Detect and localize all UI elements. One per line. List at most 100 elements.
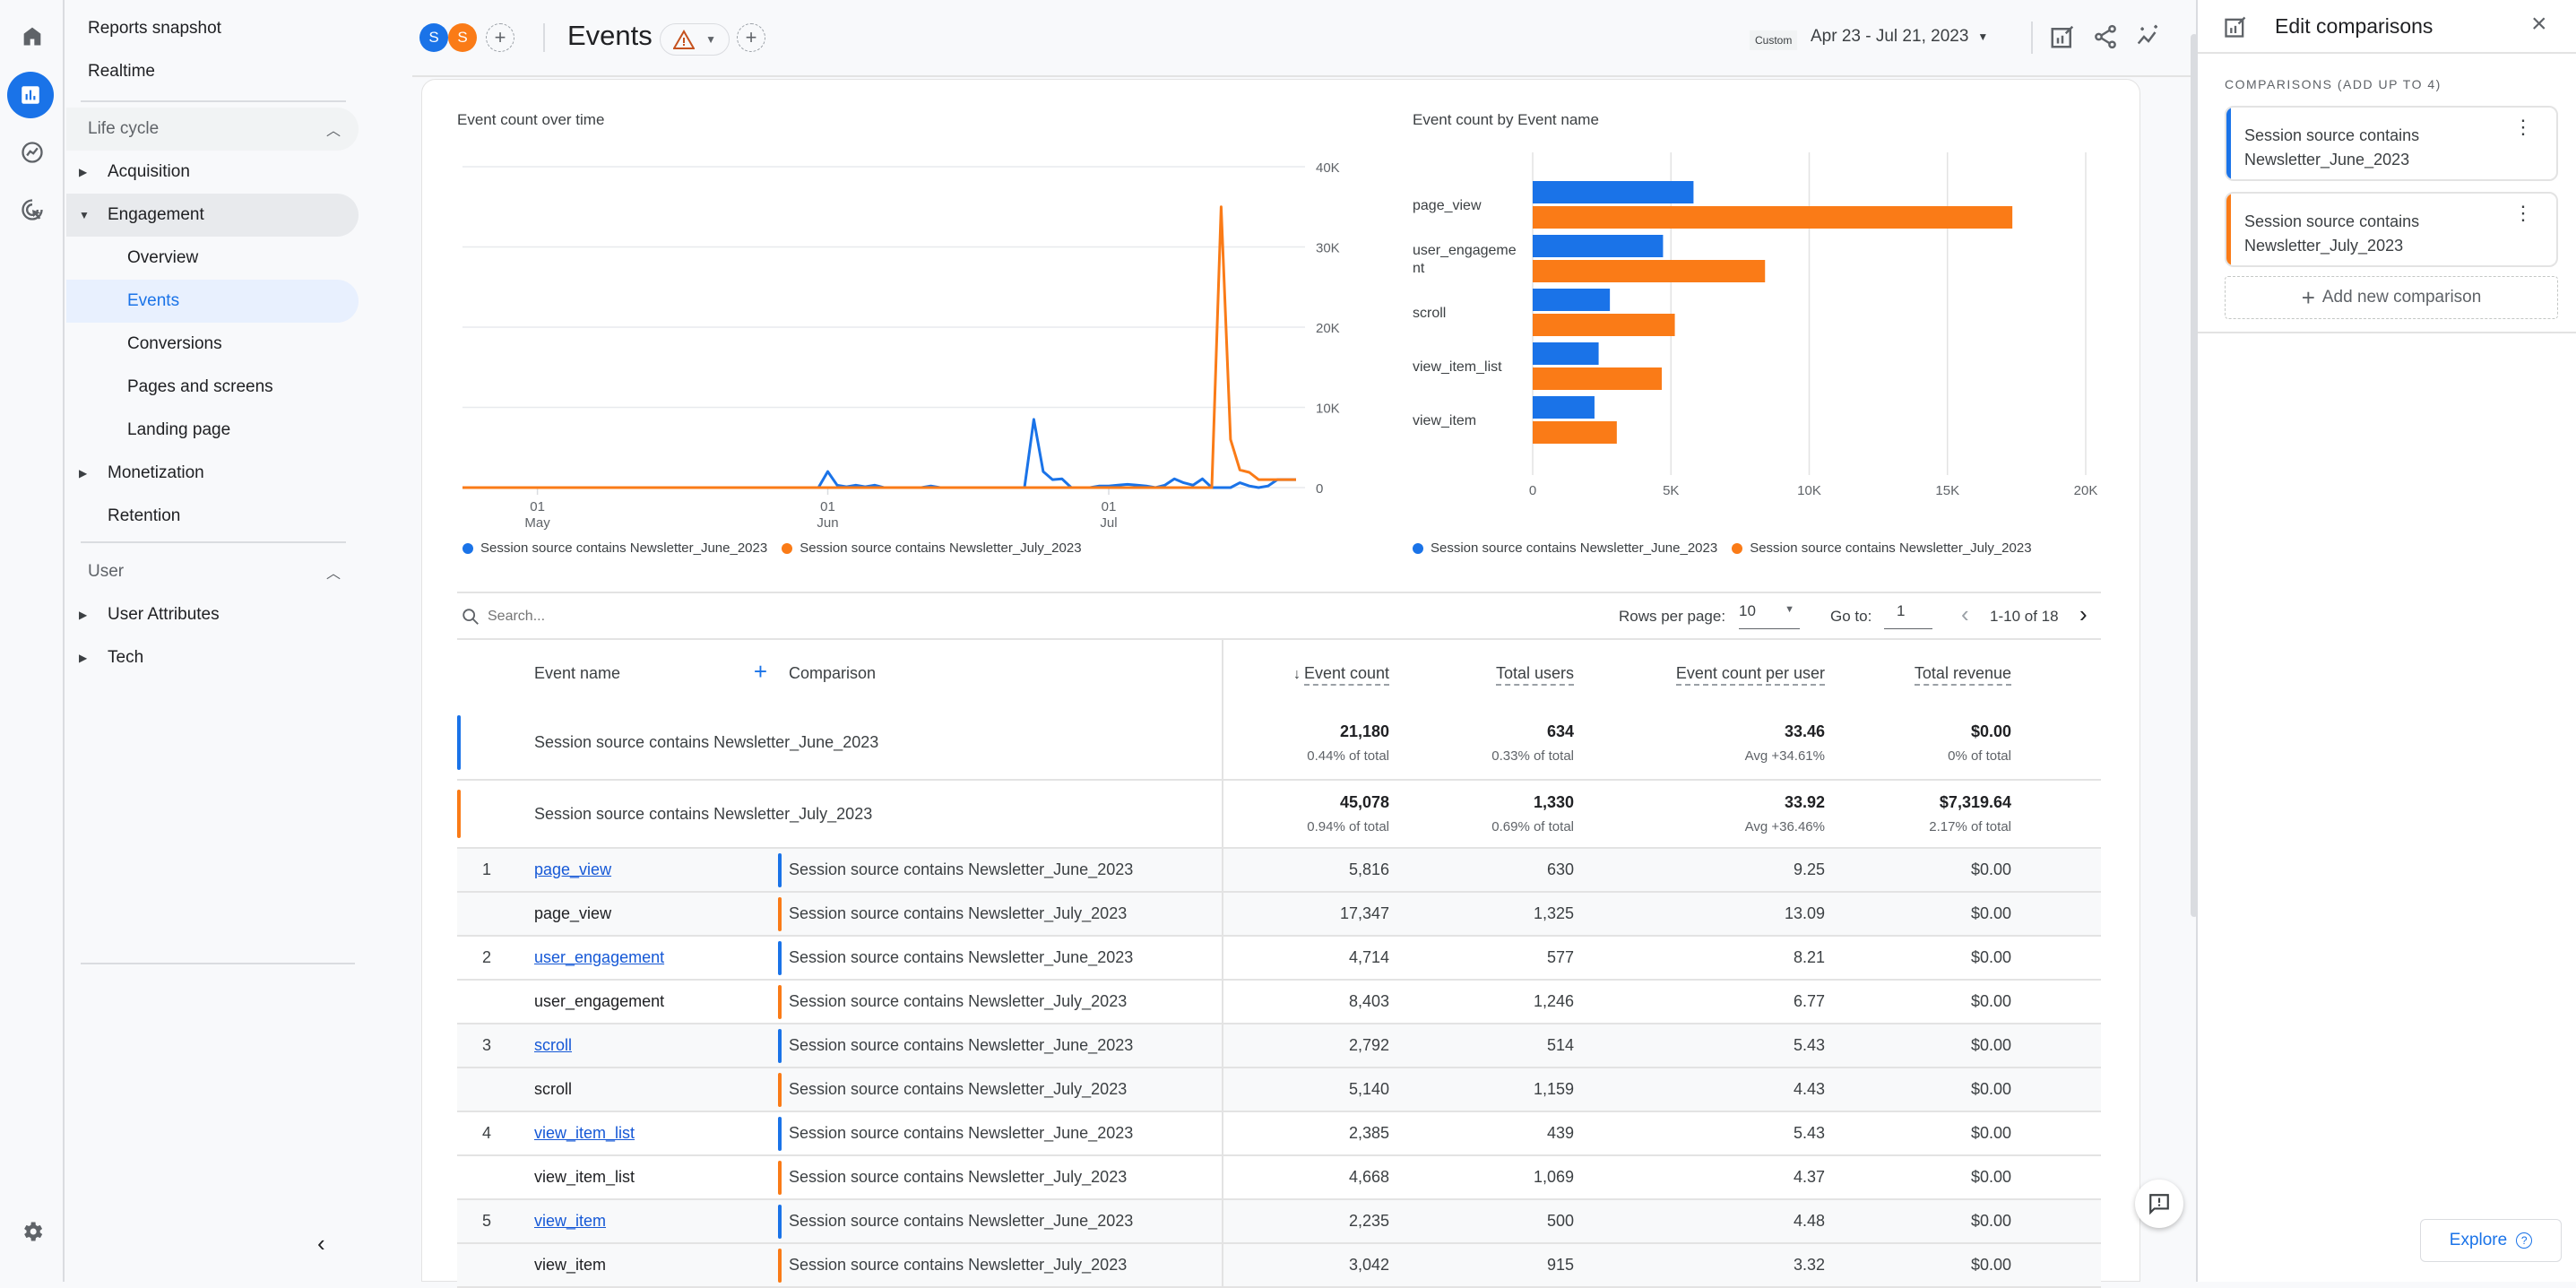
event-name-link[interactable]: view_item <box>534 1212 606 1230</box>
row-event-name[interactable]: scroll <box>534 1024 778 1068</box>
row-comparison: Session source contains Newsletter_June_… <box>778 1199 1223 1244</box>
row-event-name[interactable]: user_engagement <box>534 936 778 981</box>
col-header-event-name[interactable]: Event name + <box>534 640 778 706</box>
sidebar-section-user[interactable]: User ︿ <box>66 550 359 593</box>
table-row[interactable]: 4 view_item_list Session source contains… <box>457 1111 2101 1156</box>
cell-per-user: 4.43 <box>1574 1068 1825 1112</box>
sidebar-item-conversions[interactable]: Conversions <box>66 323 359 366</box>
sidebar-section-lifecycle[interactable]: Life cycle ︿ <box>66 108 359 151</box>
event-name-link[interactable]: view_item_list <box>534 1124 635 1142</box>
sidebar-item-tech[interactable]: ▶ Tech <box>66 636 359 679</box>
table-row[interactable]: user_engagement Session source contains … <box>457 980 2101 1024</box>
next-page-button[interactable]: › <box>2079 601 2088 628</box>
subvalue: 0.44% of total <box>1307 748 1389 764</box>
table-row[interactable]: view_item_list Session source contains N… <box>457 1155 2101 1200</box>
divider <box>2198 52 2576 54</box>
reports-icon[interactable] <box>7 72 54 118</box>
col-header-total-users[interactable]: Total users <box>1389 640 1574 706</box>
goto-page-input[interactable]: 1 <box>1884 602 1932 629</box>
cell-revenue: $0.00 <box>1825 1243 2011 1288</box>
sidebar-item-overview[interactable]: Overview <box>66 237 359 280</box>
share-icon[interactable] <box>2092 23 2119 55</box>
col-header-per-user[interactable]: Event count per user <box>1574 640 1825 706</box>
prev-page-button[interactable]: ‹ <box>1961 601 1969 628</box>
cell-total-users: 1,330 0.69% of total <box>1389 780 1574 849</box>
row-event-name[interactable]: view_item <box>534 1199 778 1244</box>
event-name-link[interactable]: page_view <box>534 860 611 878</box>
row-event-name[interactable]: view_item_list <box>534 1111 778 1156</box>
series-line-june <box>462 418 1296 489</box>
sidebar-item-monetization[interactable]: ▶ Monetization <box>66 452 359 495</box>
sidebar-item-landing-page[interactable]: Landing page <box>66 409 359 452</box>
event-name-link[interactable]: scroll <box>534 1036 572 1054</box>
cell-per-user: 33.92 Avg +36.46% <box>1574 780 1825 849</box>
feedback-button[interactable] <box>2135 1180 2183 1228</box>
date-range-picker[interactable]: Apr 23 - Jul 21, 2023 ▼ <box>1811 27 1988 47</box>
explore-icon[interactable] <box>13 133 52 172</box>
header-label: Event count per user <box>1675 663 1825 686</box>
add-filter-button[interactable]: + <box>737 23 765 52</box>
table-row[interactable]: 1 page_view Session source contains News… <box>457 848 2101 893</box>
table-search-input[interactable] <box>488 604 846 629</box>
x-tick-label: 0 <box>1529 483 1536 498</box>
sidebar-item-realtime[interactable]: Realtime <box>66 50 359 93</box>
data-quality-warning-button[interactable]: ▼ <box>660 23 730 56</box>
sidebar-item-reports-snapshot[interactable]: Reports snapshot <box>66 7 359 50</box>
table-row[interactable]: page_view Session source contains Newsle… <box>457 892 2101 937</box>
button-label: Explore <box>2449 1231 2508 1249</box>
home-icon[interactable] <box>13 16 52 56</box>
sidebar-item-pages-and-screens[interactable]: Pages and screens <box>66 366 359 409</box>
sidebar-item-engagement[interactable]: ▼ Engagement <box>66 194 359 237</box>
table-row[interactable]: scroll Session source contains Newslette… <box>457 1068 2101 1112</box>
subvalue: 0% of total <box>1948 748 2011 764</box>
sidebar-item-events[interactable]: Events <box>66 280 359 323</box>
add-comparison-button[interactable]: + <box>486 23 514 52</box>
row-rank: 4 <box>457 1111 534 1156</box>
col-header-total-revenue[interactable]: Total revenue <box>1825 640 2011 706</box>
cell-per-user: 13.09 <box>1574 892 1825 937</box>
settings-icon[interactable] <box>13 1212 52 1251</box>
table-row[interactable]: view_item Session source contains Newsle… <box>457 1243 2101 1288</box>
comparison-label: Session source contains Newsletter_July_… <box>789 1079 1128 1098</box>
cell-per-user: 33.46 Avg +34.61% <box>1574 706 1825 781</box>
table-row[interactable]: 2 user_engagement Session source contain… <box>457 936 2101 981</box>
row-event-name: view_item <box>534 1243 778 1288</box>
comparison-card-june[interactable]: Session source contains Newsletter_June_… <box>2225 106 2558 181</box>
add-dimension-icon[interactable]: + <box>754 658 767 686</box>
section-label: User <box>88 562 125 581</box>
search-icon <box>462 609 479 625</box>
comparison-avatar-june[interactable]: S <box>419 23 448 52</box>
y-tick-label: 40K <box>1316 160 1340 176</box>
table-row[interactable]: 5 view_item Session source contains News… <box>457 1199 2101 1244</box>
more-options-icon[interactable]: ⋮ <box>2513 203 2533 223</box>
rows-per-page-select[interactable]: 10 ▼ <box>1739 602 1800 629</box>
comparison-card-july[interactable]: Session source contains Newsletter_July_… <box>2225 192 2558 267</box>
y-tick-label: 30K <box>1316 241 1340 256</box>
event-name-link[interactable]: user_engagement <box>534 948 664 966</box>
comparison-avatar-july[interactable]: S <box>448 23 477 52</box>
table-row[interactable]: 3 scroll Session source contains Newslet… <box>457 1024 2101 1068</box>
bar-chart-legend: Session source contains Newsletter_June_… <box>1413 540 2032 556</box>
explore-button[interactable]: Explore ? <box>2420 1219 2562 1262</box>
customize-report-icon[interactable] <box>2049 23 2076 55</box>
sidebar-item-user-attributes[interactable]: ▶ User Attributes <box>66 593 359 636</box>
bar-view_item_list-june <box>1533 342 1599 365</box>
rows-per-page-label: Rows per page: <box>1619 608 1726 625</box>
more-options-icon[interactable]: ⋮ <box>2513 117 2533 137</box>
row-event-name[interactable]: page_view <box>534 848 778 893</box>
sidebar-label: User Attributes <box>108 605 220 624</box>
legend-label-june: Session source contains Newsletter_June_… <box>1431 540 1718 556</box>
close-panel-button[interactable]: × <box>2531 9 2547 39</box>
insights-icon[interactable] <box>2135 23 2162 55</box>
x-tick-label: 15K <box>1935 483 1959 498</box>
add-new-comparison-button[interactable]: + Add new comparison <box>2225 276 2558 319</box>
collapse-sidebar-icon[interactable]: ‹ <box>317 1230 325 1258</box>
col-header-event-count[interactable]: ↓ Event count <box>1223 640 1389 706</box>
comparison-color-bar <box>778 852 782 887</box>
row-rank <box>457 980 534 1024</box>
value: 1,330 <box>1533 793 1574 811</box>
sidebar-item-acquisition[interactable]: ▶ Acquisition <box>66 151 359 194</box>
sidebar-item-retention[interactable]: Retention <box>66 495 359 538</box>
advertising-icon[interactable] <box>13 190 52 229</box>
divider <box>81 541 346 543</box>
